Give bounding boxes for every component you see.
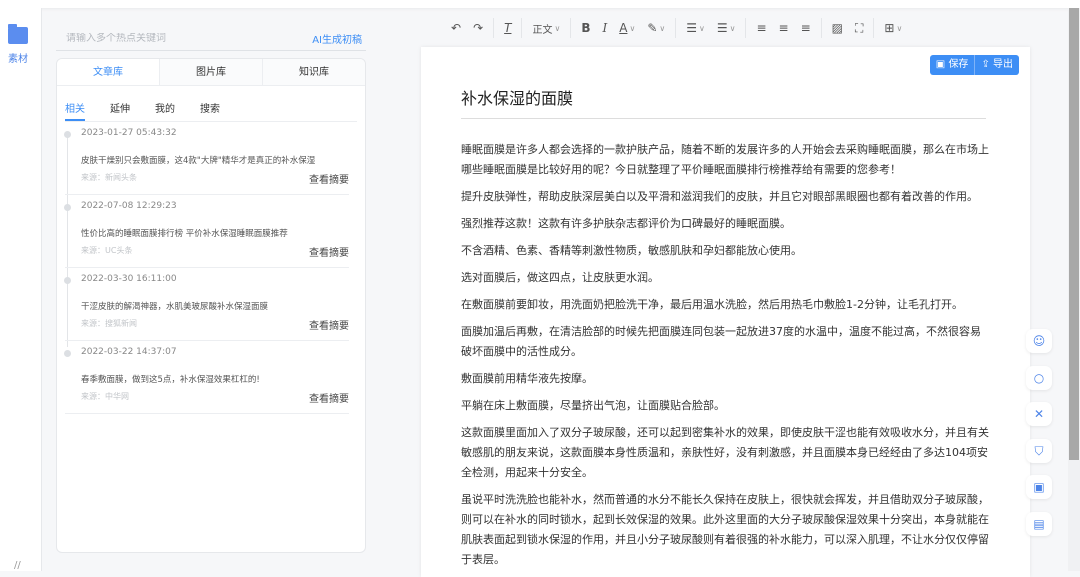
library-card: 文章库 图片库 知识库 相关 延伸 我的 搜索 2023-01-27 05:43… [56, 58, 366, 553]
rail-label-material[interactable]: 素材 [8, 50, 28, 65]
export-button[interactable]: ⇪ 导出 [974, 55, 1019, 75]
bullet-list-icon[interactable]: ☰ [686, 21, 697, 35]
keyword-input[interactable] [56, 32, 276, 44]
view-summary-button[interactable]: 查看摘要 [309, 317, 349, 332]
view-summary-button[interactable]: 查看摘要 [309, 390, 349, 405]
chevron-down-icon[interactable]: ∨ [896, 24, 902, 33]
export-label: 导出 [993, 59, 1013, 70]
highlight-icon[interactable]: ✎ [647, 21, 657, 35]
subtab-extend[interactable]: 延伸 [110, 100, 155, 121]
align-center-icon[interactable]: ≡ [779, 21, 789, 35]
item-date: 2022-03-30 16:11:00 [81, 274, 177, 284]
clear-format-icon[interactable]: T [504, 21, 511, 35]
chevron-down-icon[interactable]: ∨ [730, 24, 736, 33]
document-body[interactable]: 睡眠面膜是许多人都会选择的一款护肤产品，随着不断的发展许多的人开始会去采购睡眠面… [461, 140, 991, 577]
chevron-down-icon[interactable]: ∨ [699, 24, 705, 33]
paragraph: 不含酒精、色素、香精等刺激性物质，敏感肌肤和孕妇都能放心使用。 [461, 244, 802, 257]
text-icon[interactable]: ▣ [1026, 475, 1052, 499]
top-bar [0, 0, 1080, 8]
subtab-search[interactable]: 搜索 [200, 100, 245, 121]
graph-icon[interactable]: ✕ [1026, 402, 1052, 426]
item-date: 2022-07-08 12:29:23 [81, 201, 177, 211]
folder-icon[interactable] [8, 24, 28, 44]
left-rail: 素材 // [0, 8, 42, 571]
tab-images[interactable]: 图片库 [159, 59, 262, 85]
undo-icon[interactable]: ↶ [451, 21, 461, 35]
view-summary-button[interactable]: 查看摘要 [309, 171, 349, 186]
paragraph: 强烈推荐这款！这款有许多护肤杂志都评价为口碑最好的睡眠面膜。 [461, 217, 791, 230]
timeline-dot [64, 277, 71, 284]
title-divider [461, 118, 986, 119]
list-item: 2022-03-22 14:37:07 春季敷面膜，做到这5点，补水保湿效果杠杠的… [64, 341, 349, 414]
timeline-dot [64, 131, 71, 138]
article-timeline: 2023-01-27 05:43:32 皮肤干燥别只会敷面膜，这4款"大牌"精华才… [64, 122, 349, 414]
ai-generate-button[interactable]: AI生成初稿 [312, 31, 366, 46]
shield-icon[interactable]: ⛉ [1026, 438, 1052, 463]
paragraph: 在敷面膜前要卸妆，用洗面奶把脸洗干净，最后用温水洗脸，然后用热毛巾敷脸1-2分钟… [461, 298, 963, 311]
italic-icon[interactable]: I [602, 21, 607, 35]
item-date: 2023-01-27 05:43:32 [81, 128, 177, 138]
timeline-dot [64, 204, 71, 211]
paragraph: 虽说平时洗洗脸也能补水，然而普通的水分不能长久保持在皮肤上，很快就会挥发，并且借… [461, 493, 989, 566]
list-item: 2022-03-30 16:11:00 干涩皮肤的解渴神器，水肌美玻尿酸补水保湿面… [64, 268, 349, 341]
item-source: 来源：中华网 [81, 392, 129, 401]
editor-toolbar: ↶ ↷ T 正文 ∨ B I A ∨ ✎ ∨ ☰ ∨ ☰ ∨ ≡ ≡ ≡ ▨ ⛶ ⊞ ∨ [445, 12, 908, 44]
list-item: 2022-07-08 12:29:23 性价比高的睡眠面膜排行榜 平价补水保湿睡眠… [64, 195, 349, 268]
subtab-mine[interactable]: 我的 [155, 100, 200, 121]
item-title[interactable]: 春季敷面膜，做到这5点，补水保湿效果杠杠的! [81, 373, 260, 385]
scrollbar-thumb[interactable] [1069, 8, 1079, 460]
keyword-search: AI生成初稿 [56, 26, 366, 51]
font-color-icon[interactable]: A [619, 21, 627, 35]
save-button[interactable]: ▣ 保存 [929, 55, 975, 75]
document-title[interactable]: 补水保湿的面膜 [461, 85, 573, 109]
tab-knowledge[interactable]: 知识库 [262, 59, 365, 85]
item-source: 来源：新闻头条 [81, 173, 137, 182]
side-tools: ☺ ○ ✕ ⛉ ▣ ▤ [1026, 329, 1052, 548]
numbered-list-icon[interactable]: ☰ [717, 21, 728, 35]
chevron-down-icon[interactable]: ∨ [629, 24, 635, 33]
link-card-icon[interactable]: ⛶ [855, 21, 863, 36]
paragraph: 敷面膜前用精华液先按摩。 [461, 372, 593, 385]
paragraph: 平躺在床上敷面膜，尽量挤出气泡，让面膜贴合脸部。 [461, 399, 725, 412]
chevron-down-icon[interactable]: ∨ [554, 24, 560, 33]
align-right-icon[interactable]: ≡ [801, 21, 811, 35]
document-page[interactable]: ▣ 保存 ⇪ 导出 补水保湿的面膜 睡眠面膜是许多人都会选择的一款护肤产品，随着… [421, 47, 1030, 577]
item-source: 来源：搜狐新闻 [81, 319, 137, 328]
paragraph-style-select[interactable]: 正文 [532, 21, 552, 36]
redo-icon[interactable]: ↷ [473, 21, 483, 35]
save-label: 保存 [948, 59, 969, 70]
align-left-icon[interactable]: ≡ [756, 21, 766, 35]
bold-icon[interactable]: B [581, 21, 590, 35]
search-icon[interactable]: ○ [1026, 365, 1052, 390]
chevron-down-icon[interactable]: ∨ [659, 24, 665, 33]
item-title[interactable]: 皮肤干燥别只会敷面膜，这4款"大牌"精华才是真正的补水保湿 [81, 154, 315, 166]
paragraph: 面膜加温后再敷，在清洁脸部的时候先把面膜连同包装一起放进37度的水温中，温度不能… [461, 325, 981, 358]
item-source: 来源：UC头条 [81, 246, 133, 255]
item-title[interactable]: 性价比高的睡眠面膜排行榜 平价补水保湿睡眠面膜推荐 [81, 227, 288, 239]
robot-icon[interactable]: ☺ [1026, 329, 1052, 353]
paragraph: 提升皮肤弹性，帮助皮肤深层美白以及平滑和滋润我们的皮肤，并且它对眼部黑眼圈也都有… [461, 190, 978, 203]
timeline-dot [64, 350, 71, 357]
list-item: 2023-01-27 05:43:32 皮肤干燥别只会敷面膜，这4款"大牌"精华才… [64, 122, 349, 195]
item-title[interactable]: 干涩皮肤的解渴神器，水肌美玻尿酸补水保湿面膜 [81, 300, 268, 312]
material-panel: AI生成初稿 文章库 图片库 知识库 相关 延伸 我的 搜索 2023-01-2… [42, 8, 382, 571]
paragraph: 选对面膜后，做这四点，让皮肤更水润。 [461, 271, 659, 284]
paragraph: 睡眠面膜是许多人都会选择的一款护肤产品，随着不断的发展许多的人开始会去采购睡眠面… [461, 143, 989, 176]
table-icon[interactable]: ⊞ [884, 21, 894, 35]
resize-handle-icon[interactable]: // [14, 560, 21, 571]
item-date: 2022-03-22 14:37:07 [81, 347, 177, 357]
tab-articles[interactable]: 文章库 [57, 59, 159, 85]
subtab-related[interactable]: 相关 [65, 100, 85, 121]
comment-icon[interactable]: ▤ [1026, 511, 1052, 536]
view-summary-button[interactable]: 查看摘要 [309, 244, 349, 259]
image-icon[interactable]: ▨ [832, 21, 843, 35]
paragraph: 这款面膜里面加入了双分子玻尿酸，还可以起到密集补水的效果，即使皮肤干涩也能有效吸… [461, 426, 989, 479]
